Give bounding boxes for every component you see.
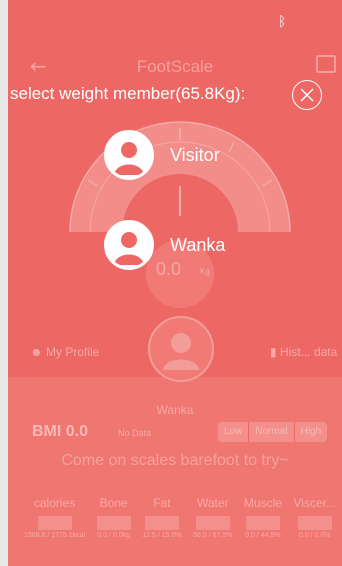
app-screen: ᛒ ← FootScale 0.0 Kg ☻ My Profile ▮ Hist… <box>0 0 342 566</box>
member-option-visitor[interactable]: Visitor <box>104 130 220 180</box>
user-avatar-icon <box>104 130 154 180</box>
metric-label: calories <box>33 496 76 510</box>
metric-value: 12.5 / 15.0% <box>142 532 182 539</box>
my-profile-label: My Profile <box>45 345 100 359</box>
metric-fat: Fat 12.5 / 15.0% <box>142 496 181 539</box>
profile-avatar[interactable] <box>148 316 214 382</box>
history-data-link[interactable]: ▮ Hist... data <box>270 345 337 359</box>
bar-chart-icon: ▮ <box>270 345 277 359</box>
metric-bar <box>96 516 131 530</box>
metric-bar <box>297 516 332 530</box>
metric-value: 58.0 / 67.5% <box>193 532 233 539</box>
metric-label: Fat <box>153 496 171 510</box>
close-button[interactable] <box>292 80 322 110</box>
metric-value: 0.0 / 0.0% <box>298 532 331 539</box>
history-label: Hist... data <box>279 345 338 359</box>
user-avatar-icon <box>104 220 154 270</box>
metric-bar <box>37 516 72 530</box>
metric-calories: calories 1508.8 / 1775.1kcal <box>24 496 85 539</box>
metric-bar <box>245 516 280 530</box>
user-avatar-icon <box>163 333 199 370</box>
metric-label: Viscer... <box>293 496 336 510</box>
metric-value: 0.0 / 44.6% <box>245 532 281 539</box>
metric-bone: Bone 0.0 / 0.0kg <box>96 496 131 539</box>
member-option-wanka[interactable]: Wanka <box>104 220 225 270</box>
screen-edge <box>0 0 8 566</box>
metric-label: Water <box>196 496 229 510</box>
close-icon <box>300 88 314 102</box>
profile-name: Wanka <box>156 403 194 417</box>
dialog-title: select weight member(65.8Kg): <box>10 84 246 103</box>
app-title: FootScale <box>136 57 214 76</box>
metric-value: 1508.8 / 1775.1kcal <box>24 532 86 539</box>
my-profile-link[interactable]: ☻ My Profile <box>30 345 99 359</box>
bmi-segment-normal: Normal <box>249 422 295 442</box>
bmi-segment-high: High <box>294 422 328 442</box>
metric-bar <box>144 516 179 530</box>
metric-label: Muscle <box>243 496 282 510</box>
member-name: Visitor <box>170 144 220 165</box>
bmi-range-indicator: Low Normal High <box>218 422 328 442</box>
metric-bar <box>195 516 230 530</box>
metric-visceral: Viscer... 0.0 / 0.0% <box>293 496 335 539</box>
bmi-status: No Data <box>118 428 152 438</box>
bmi-value: BMI 0.0 <box>32 423 89 440</box>
metric-label: Bone <box>99 496 128 510</box>
person-icon: ☻ <box>30 345 43 359</box>
bmi-segment-low: Low <box>218 422 250 442</box>
metric-muscle: Muscle 0.0 / 44.6% <box>244 496 282 539</box>
metric-value: 0.0 / 0.0kg <box>97 532 130 539</box>
metric-water: Water 58.0 / 67.5% <box>193 496 232 539</box>
scale-hint: Come on scales barefoot to try~ <box>61 452 289 469</box>
member-name: Wanka <box>170 234 226 255</box>
body-metrics: calories 1508.8 / 1775.1kcal Bone 0.0 / … <box>24 496 336 539</box>
bluetooth-icon: ᛒ <box>278 14 287 30</box>
share-icon[interactable] <box>316 55 336 73</box>
